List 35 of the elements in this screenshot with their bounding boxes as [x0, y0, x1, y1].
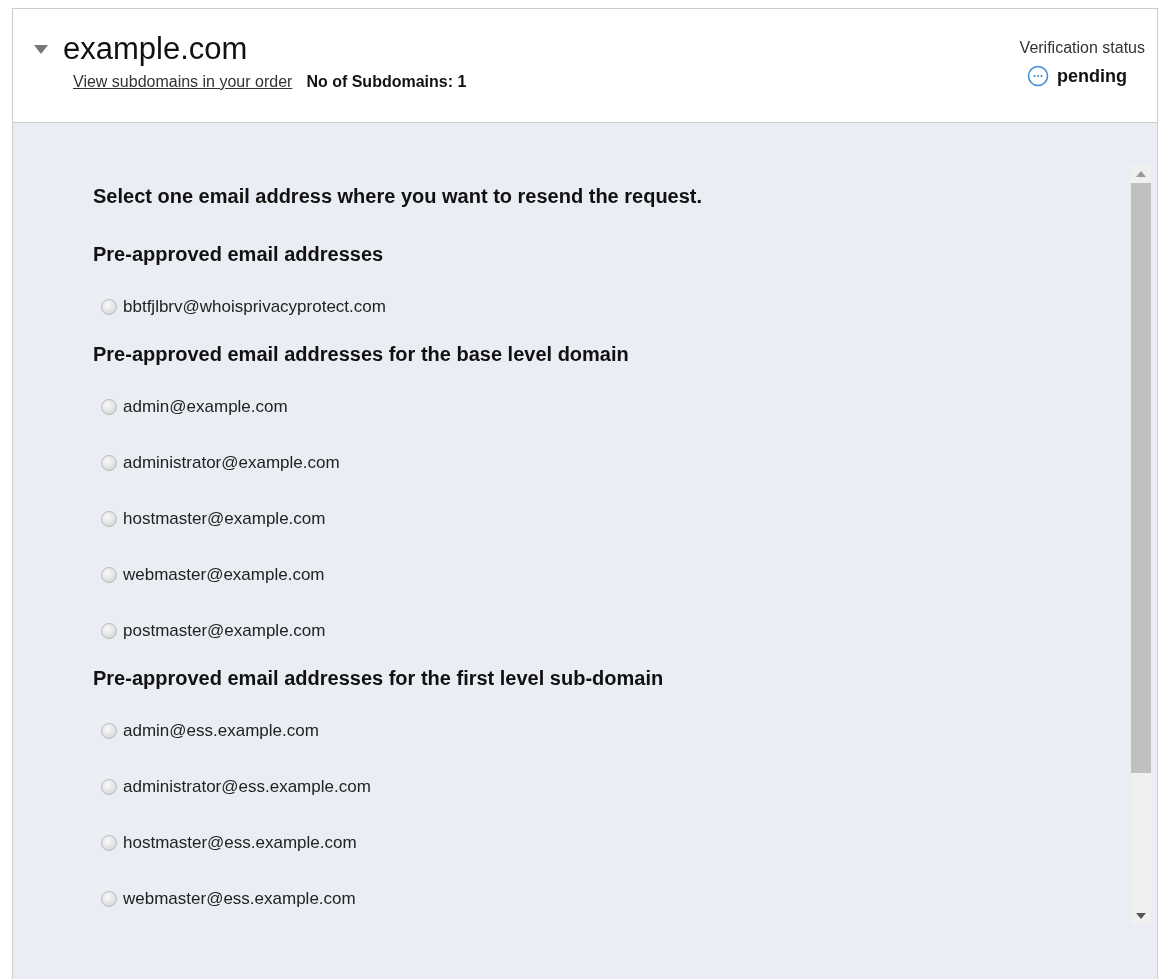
instruction-text: Select one email address where you want to resend the request.	[93, 185, 704, 209]
verification-status-label: Verification status	[1019, 39, 1145, 57]
email-radio[interactable]	[101, 455, 117, 471]
domain-name: example.com	[63, 31, 248, 67]
scrollbar[interactable]	[1131, 165, 1151, 925]
email-radio[interactable]	[101, 567, 117, 583]
email-radio[interactable]	[101, 511, 117, 527]
email-radio[interactable]	[101, 399, 117, 415]
scroll-down-icon[interactable]	[1136, 913, 1146, 919]
email-option-label[interactable]: webmaster@ess.example.com	[123, 889, 356, 909]
scrollbar-thumb[interactable]	[1131, 183, 1151, 773]
email-option-label[interactable]: hostmaster@ess.example.com	[123, 833, 357, 853]
email-radio[interactable]	[101, 891, 117, 907]
view-subdomains-link[interactable]: View subdomains in your order	[73, 73, 293, 91]
pending-icon	[1027, 65, 1049, 87]
email-radio[interactable]	[101, 779, 117, 795]
email-option-label[interactable]: admin@example.com	[123, 397, 288, 417]
email-option-label[interactable]: admin@ess.example.com	[123, 721, 319, 741]
email-option-label[interactable]: bbtfjlbrv@whoisprivacyprotect.com	[123, 297, 386, 317]
email-option-label[interactable]: postmaster@example.com	[123, 621, 326, 641]
group-heading: Pre-approved email addresses for the first level sub-domain	[93, 665, 665, 691]
collapse-triangle-icon[interactable]	[33, 43, 49, 55]
email-option-label[interactable]: administrator@ess.example.com	[123, 777, 371, 797]
email-option-label[interactable]: webmaster@example.com	[123, 565, 325, 585]
email-radio[interactable]	[101, 623, 117, 639]
subdomain-count: No of Subdomains: 1	[306, 73, 467, 91]
email-option-label[interactable]: administrator@example.com	[123, 453, 340, 473]
email-radio[interactable]	[101, 723, 117, 739]
scroll-up-icon[interactable]	[1136, 171, 1146, 177]
email-radio[interactable]	[101, 835, 117, 851]
verification-status: pending	[1057, 65, 1127, 87]
group-heading: Pre-approved email addresses for the base level domain	[93, 341, 630, 367]
email-option-label[interactable]: hostmaster@example.com	[123, 509, 326, 529]
group-heading: Pre-approved email addresses	[93, 241, 385, 267]
email-radio[interactable]	[101, 299, 117, 315]
